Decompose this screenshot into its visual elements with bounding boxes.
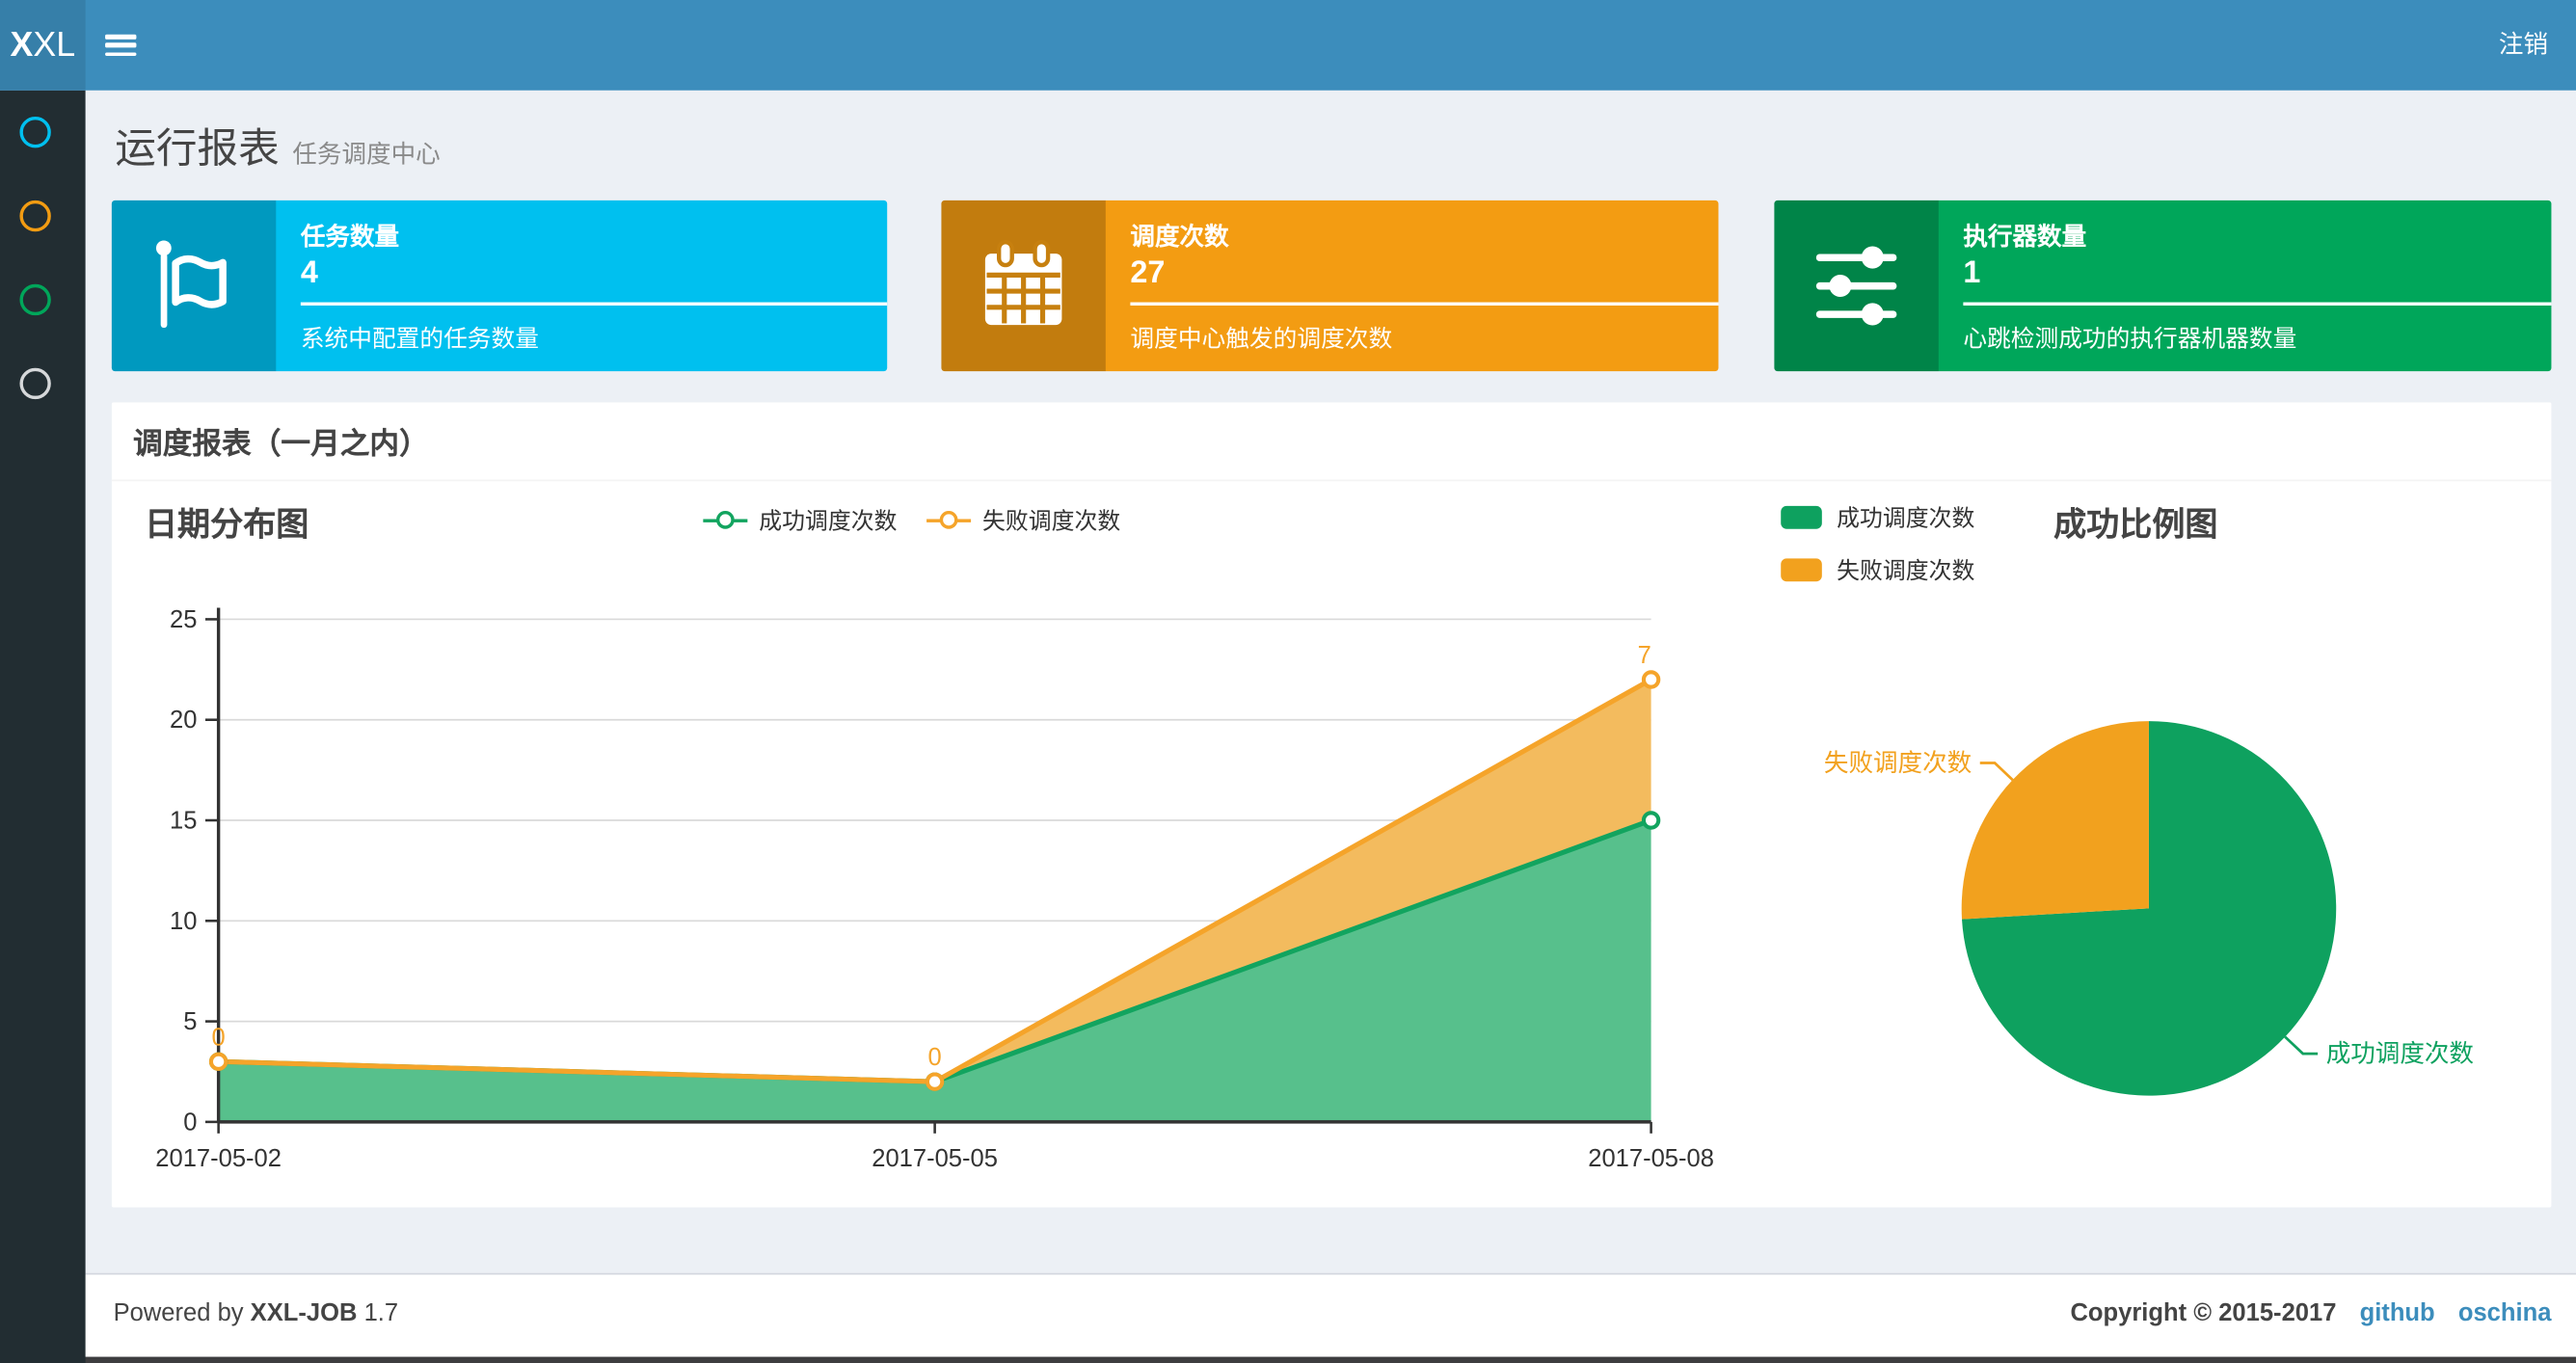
legend-item-success[interactable]: 成功调度次数 — [703, 504, 897, 537]
svg-text:25: 25 — [170, 606, 197, 633]
svg-text:5: 5 — [183, 1008, 197, 1035]
calendar-icon — [984, 239, 1062, 326]
svg-text:0: 0 — [212, 1024, 226, 1051]
menu-dot-white[interactable] — [19, 367, 51, 400]
svg-text:2017-05-08: 2017-05-08 — [1588, 1145, 1714, 1172]
pie-legend-label-success: 成功调度次数 — [1837, 504, 1975, 531]
svg-text:0: 0 — [928, 1044, 942, 1071]
stat-box-jobs-label: 任务数量 — [300, 223, 400, 252]
legend-label-success: 成功调度次数 — [759, 507, 898, 534]
main-footer: Powered by XXL-JOB 1.7 Copyright © 2015-… — [85, 1272, 2576, 1359]
svg-text:7: 7 — [1638, 642, 1651, 669]
report-panel: 调度报表（一月之内） 日期分布图 成功调度次数 失败调度次数 0 5 10 15 20 2… — [111, 402, 2552, 1208]
pie-chart-title: 成功比例图 — [2053, 507, 2218, 545]
stat-box-triggers-label: 调度次数 — [1130, 223, 1229, 252]
report-panel-title: 调度报表（一月之内） — [133, 427, 429, 461]
legend-item-fail[interactable]: 失败调度次数 — [926, 504, 1120, 537]
stat-box-divider — [1963, 302, 2552, 306]
legend-swatch-fail — [1781, 558, 1822, 582]
stat-box-executors-iconpane — [1774, 200, 1939, 372]
pie-legend-label-fail: 失败调度次数 — [1837, 556, 1975, 583]
stat-box-executors-value: 1 — [1963, 255, 1981, 291]
stat-box-jobs-desc: 系统中配置的任务数量 — [300, 327, 539, 354]
svg-text:2017-05-05: 2017-05-05 — [872, 1145, 998, 1172]
sliders-icon — [1815, 246, 1897, 326]
stat-box-jobs-value: 4 — [300, 255, 318, 291]
svg-text:成功调度次数: 成功调度次数 — [2326, 1041, 2474, 1068]
svg-text:2017-05-02: 2017-05-02 — [155, 1145, 282, 1172]
page-subtitle: 任务调度中心 — [292, 141, 441, 170]
main-content: 运行报表 任务调度中心 任务数量 4 系统中配置的任务数量 调度次数 27 调度… — [86, 91, 2576, 1273]
stat-box-executors: 执行器数量 1 心跳检测成功的执行器机器数量 — [1774, 200, 2552, 372]
line-chart-title: 日期分布图 — [144, 507, 309, 545]
product-version: 1.7 — [363, 1298, 399, 1327]
stat-box-triggers-desc: 调度中心触发的调度次数 — [1130, 327, 1393, 354]
svg-text:失败调度次数: 失败调度次数 — [1824, 750, 1972, 777]
pie-legend-item-fail[interactable]: 失败调度次数 — [1781, 553, 1974, 586]
pie-legend: 成功调度次数 失败调度次数 — [1781, 501, 1974, 606]
menu-dot-green[interactable] — [19, 283, 51, 316]
stat-box-triggers-value: 27 — [1130, 255, 1166, 291]
legend-label-fail: 失败调度次数 — [982, 507, 1121, 534]
menu-dot-orange[interactable] — [19, 200, 51, 232]
svg-text:20: 20 — [170, 707, 197, 734]
date-distribution-chart: 05101520252017-05-02 2017-05-05 2017-05-08… — [155, 606, 1714, 1172]
pie-legend-item-success[interactable]: 成功调度次数 — [1781, 501, 1974, 534]
stat-box-jobs-iconpane — [111, 200, 277, 372]
app-logo[interactable]: X XL — [0, 0, 86, 91]
screen-bottom-edge — [0, 1356, 2576, 1363]
github-link[interactable]: github — [2360, 1299, 2435, 1327]
page-title: 运行报表 — [115, 126, 280, 173]
logo-text: XL — [33, 25, 76, 64]
line-circle-legend-icon — [926, 510, 972, 531]
line-circle-legend-icon — [703, 510, 748, 531]
stat-box-divider — [300, 302, 888, 306]
copyright-label: Copyright © 2015-2017 — [2070, 1298, 2337, 1327]
oschina-link[interactable]: oschina — [2458, 1299, 2552, 1327]
stat-box-jobs: 任务数量 4 系统中配置的任务数量 — [111, 200, 888, 372]
powered-prefix: Powered by — [113, 1298, 244, 1327]
menu-dot-aqua[interactable] — [19, 116, 51, 148]
logout-link[interactable]: 注销 — [2499, 0, 2548, 91]
stat-box-executors-label: 执行器数量 — [1963, 223, 2087, 252]
success-ratio-pie-chart: 成功调度次数 失败调度次数 — [1824, 721, 2474, 1096]
logo-text-bold: X — [10, 25, 34, 64]
page-header: 运行报表 任务调度中心 — [115, 117, 440, 175]
stat-box-divider — [1130, 302, 1719, 306]
legend-swatch-success — [1781, 505, 1822, 529]
panel-divider — [111, 479, 2552, 482]
svg-text:10: 10 — [170, 908, 197, 935]
sidebar — [0, 90, 86, 1363]
product-name: XXL-JOB — [250, 1298, 358, 1327]
powered-by-text: Powered by XXL-JOB 1.7 — [114, 1274, 399, 1353]
svg-text:0: 0 — [183, 1109, 197, 1136]
line-chart-legend: 成功调度次数 失败调度次数 — [703, 504, 1120, 537]
app-root: X XL 注销 运行报表 任务调度中心 任务数量 4 系统中配置的任务数量 调度… — [0, 0, 2576, 1363]
flag-icon — [155, 240, 227, 328]
stat-box-executors-desc: 心跳检测成功的执行器机器数量 — [1963, 327, 2297, 354]
copyright-text: Copyright © 2015-2017 github oschina — [2070, 1274, 2551, 1353]
top-navbar: X XL 注销 — [0, 0, 2576, 91]
stat-box-triggers-iconpane — [941, 200, 1106, 372]
sidebar-toggle-icon[interactable] — [105, 34, 137, 61]
stat-box-triggers: 调度次数 27 调度中心触发的调度次数 — [941, 200, 1719, 372]
svg-text:15: 15 — [170, 808, 197, 835]
